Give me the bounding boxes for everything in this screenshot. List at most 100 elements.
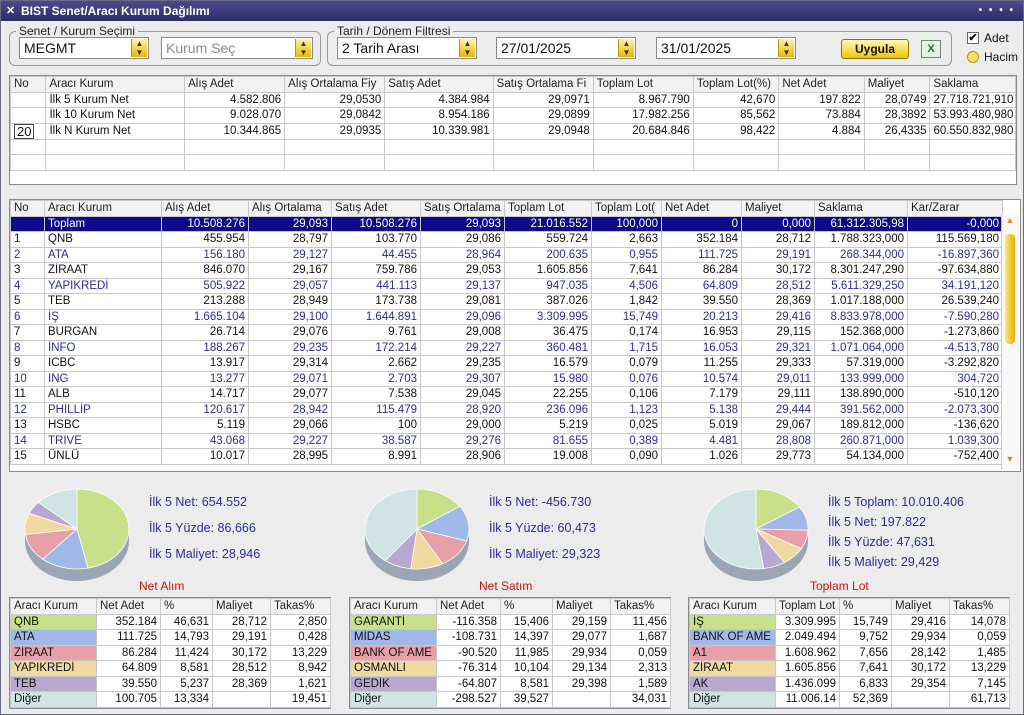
column-header[interactable]: No: [10, 200, 45, 217]
column-header[interactable]: Aracı Kurum: [689, 598, 776, 615]
column-header[interactable]: Satış Adet: [331, 200, 421, 217]
column-header[interactable]: Maliyet: [891, 598, 950, 615]
close-icon[interactable]: ✕: [6, 1, 15, 21]
table-row[interactable]: 6 İŞ 1.665.104 29,100 1.644.891 29,096 3.309.9…: [10, 308, 1003, 325]
panel-row[interactable]: GARANTİ -116.358 15,406 29,159 11,456: [350, 613, 671, 630]
scroll-down-icon[interactable]: ▼: [1003, 454, 1017, 468]
column-header[interactable]: Kar/Zarar: [907, 200, 1003, 217]
column-header[interactable]: Maliyet: [552, 598, 611, 615]
column-header[interactable]: No: [9, 76, 47, 93]
column-header[interactable]: Toplam Lot(: [591, 200, 662, 217]
panel-row[interactable]: ATA 111.725 14,793 29,191 0,428: [10, 629, 331, 646]
panel-row[interactable]: AK 1.436.099 6,833 29,354 7,145: [689, 675, 1010, 692]
checkbox-checked-icon[interactable]: ✔: [967, 32, 979, 44]
column-header[interactable]: Aracı Kurum: [45, 76, 186, 93]
panel-row[interactable]: Diğer 11.006.14 52,369 61,713: [689, 691, 1010, 708]
summary-row[interactable]: İlk 5 Kurum Net 4.582.806 29,0530 4.384.984…: [9, 91, 1016, 108]
column-header[interactable]: Aracı Kurum: [10, 598, 97, 615]
scroll-up-icon[interactable]: ▲: [1003, 215, 1017, 229]
panel-row[interactable]: QNB 352.184 46,631 28,712 2,850: [10, 613, 331, 630]
scroll-thumb[interactable]: [1005, 234, 1015, 344]
period-select[interactable]: 2 Tarih Arası ▲ ▼: [337, 37, 477, 59]
column-header[interactable]: Alış Ortalama: [248, 200, 332, 217]
table-row[interactable]: 10 ING 13.277 29,071 2.703 29,307 15.980 0,076 1…: [10, 370, 1003, 387]
table-cell: TEB: [44, 293, 162, 310]
column-header[interactable]: Saklama: [929, 76, 1016, 93]
column-header[interactable]: Aracı Kurum: [44, 200, 162, 217]
column-header[interactable]: Toplam Lot: [504, 200, 592, 217]
column-header[interactable]: Satış Adet: [384, 76, 494, 93]
hacim-option[interactable]: Hacim: [967, 50, 1018, 64]
column-header[interactable]: Takas%: [270, 598, 331, 615]
panel-row[interactable]: BANK OF AME -90.520 11,985 29,934 0,059: [350, 644, 671, 661]
start-date-picker[interactable]: 27/01/2025 ▲ ▼: [496, 37, 636, 59]
table-row[interactable]: 13 HSBC 5.119 29,066 100 29,000 5.219 0,025 5.01…: [10, 417, 1003, 434]
column-header[interactable]: %: [160, 598, 213, 615]
panel-row[interactable]: ZİRAAT 1.605.856 7,641 30,172 13,229: [689, 660, 1010, 677]
table-cell: ZİRAAT: [10, 644, 97, 661]
panel-row[interactable]: ZİRAAT 86.284 11,424 30,172 13,229: [10, 644, 331, 661]
table-row[interactable]: 2 ATA 156.180 29,127 44.455 28,964 200.635 0,95…: [10, 246, 1003, 263]
column-header[interactable]: Alış Ortalama Fiy: [284, 76, 386, 93]
column-header[interactable]: Toplam Lot(%): [692, 76, 780, 93]
panel-row[interactable]: Diğer -298.527 39,527 34,031: [350, 691, 671, 708]
column-header[interactable]: Satış Ortalama: [420, 200, 505, 217]
panel-row[interactable]: OSMANLI -76.314 10,104 29,134 2,313: [350, 660, 671, 677]
start-date-value: 27/01/2025: [501, 40, 572, 56]
table-row[interactable]: 7 BURGAN 26.714 29,076 9.761 29,008 36.475 0,17…: [10, 324, 1003, 341]
excel-icon[interactable]: X: [921, 40, 941, 58]
table-row[interactable]: 15 ÜNLÜ 10.017 28,995 8.991 28,906 19.008 0,090…: [10, 448, 1003, 465]
column-header[interactable]: Net Adet: [778, 76, 865, 93]
table-cell: 4.481: [661, 432, 742, 449]
stock-select[interactable]: MEGMT ▲ ▼: [19, 37, 149, 59]
table-row[interactable]: 8 İNFO 188.267 29,235 172.214 29,227 360.481 1,…: [10, 339, 1003, 356]
table-row[interactable]: 4 YAPIKREDİ 505.922 29,057 441.113 29,137 947.…: [10, 277, 1003, 294]
table-row[interactable]: 14 TRIVE 43.068 29,227 38.587 29,276 81.655 0,3…: [10, 432, 1003, 449]
column-header[interactable]: Net Adet: [436, 598, 501, 615]
table-cell: 28,995: [248, 448, 332, 465]
end-date-picker[interactable]: 31/01/2025 ▲ ▼: [656, 37, 796, 59]
radio-icon[interactable]: [967, 51, 979, 63]
column-header[interactable]: Net Adet: [661, 200, 742, 217]
table-row[interactable]: 5 TEB 213.288 28,949 173.738 29,081 387.026 1,8…: [10, 293, 1003, 310]
column-header[interactable]: Satış Ortalama Fi: [492, 76, 594, 93]
column-header[interactable]: Alış Adet: [161, 200, 249, 217]
panel-row[interactable]: YAPIKREDİ 64.809 8,581 28,512 8,942: [10, 660, 331, 677]
column-header[interactable]: Aracı Kurum: [350, 598, 437, 615]
column-header[interactable]: Net Adet: [96, 598, 161, 615]
table-row[interactable]: 9 ICBC 13.917 29,314 2.662 29,235 16.579 0,079 1…: [10, 355, 1003, 372]
panel-row[interactable]: BANK OF AME 2.049.494 9,752 29,934 0,059: [689, 629, 1010, 646]
table-row[interactable]: 11 ALB 14.717 29,077 7.538 29,045 22.255 0,106 7…: [10, 386, 1003, 403]
column-header[interactable]: %: [500, 598, 553, 615]
column-header[interactable]: Takas%: [610, 598, 671, 615]
summary-row[interactable]: 20 İlk N Kurum Net 10.344.865 29,0935 10.339…: [9, 122, 1016, 140]
panel-row[interactable]: TEB 39.550 5,237 28,369 1,621: [10, 675, 331, 692]
vertical-scrollbar[interactable]: ▲ ▼: [1001, 214, 1018, 469]
column-header[interactable]: Maliyet: [741, 200, 815, 217]
panel-row[interactable]: A1 1.608.962 7,656 28,142 1,485: [689, 644, 1010, 661]
table-row[interactable]: 12 PHİLLİP 120.617 28,942 115.479 28,920 236.0…: [10, 401, 1003, 418]
adet-option[interactable]: ✔ Adet: [967, 31, 1009, 45]
n-count-input[interactable]: 20: [14, 124, 35, 138]
table-cell: 29,076: [248, 324, 332, 341]
column-header[interactable]: Maliyet: [863, 76, 931, 93]
window-controls[interactable]: • • • •: [979, 1, 1015, 21]
column-header[interactable]: Toplam Lot: [775, 598, 840, 615]
apply-button[interactable]: Uygula: [841, 39, 909, 59]
summary-row[interactable]: İlk 10 Kurum Net 9.028.070 29,0842 8.954.18…: [9, 107, 1016, 124]
broker-select[interactable]: Kurum Seç ▲ ▼: [161, 37, 313, 59]
column-header[interactable]: Alış Adet: [184, 76, 286, 93]
panel-row[interactable]: İŞ 3.309.995 15,749 29,416 14,078: [689, 613, 1010, 630]
table-row[interactable]: 3 ZİRAAT 846.070 29,167 759.786 29,053 1.605.8…: [10, 262, 1003, 279]
panel-row[interactable]: Diğer 100.705 13,334 19,451: [10, 691, 331, 708]
total-row[interactable]: Toplam 10.508.276 29,093 10.508.276 29,093 21…: [10, 215, 1003, 232]
n-input-cell[interactable]: 20: [9, 122, 47, 140]
panel-row[interactable]: MİDAS -108.731 14,397 29,077 1,687: [350, 629, 671, 646]
column-header[interactable]: Maliyet: [212, 598, 271, 615]
column-header[interactable]: Toplam Lot: [592, 76, 694, 93]
column-header[interactable]: Takas%: [949, 598, 1010, 615]
column-header[interactable]: Saklama: [814, 200, 908, 217]
panel-row[interactable]: GEDİK -64.807 8,581 29,398 1,589: [350, 675, 671, 692]
column-header[interactable]: %: [839, 598, 892, 615]
table-row[interactable]: 1 QNB 455.954 28,797 103.770 29,086 559.724 2,6…: [10, 231, 1003, 248]
